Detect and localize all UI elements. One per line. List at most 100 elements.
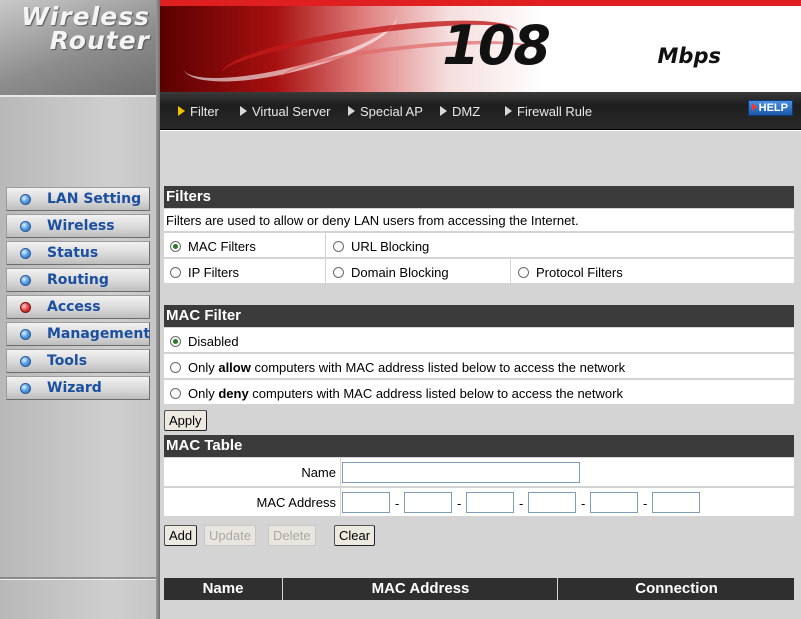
mac-address-label: MAC Address: [256, 495, 336, 510]
mac-separator: -: [581, 496, 586, 511]
mac-table-column-header: Name MAC Address Connection: [164, 578, 794, 600]
ip-filters-option[interactable]: IP Filters: [170, 265, 239, 280]
logo-line-2: Router: [49, 26, 150, 55]
help-label: HELP: [758, 102, 788, 114]
sidebar-item-label: Status: [47, 245, 99, 261]
column-header-name: Name: [164, 578, 283, 600]
sidebar-item-label: Access: [47, 299, 101, 315]
sidebar-item-routing[interactable]: Routing: [6, 268, 150, 292]
domain-blocking-label: Domain Blocking: [351, 265, 449, 280]
column-header-mac-address: MAC Address: [284, 578, 558, 600]
mac-filters-option[interactable]: MAC Filters: [170, 239, 256, 254]
bullet-icon: [20, 194, 31, 205]
tab-label: Firewall Rule: [517, 104, 593, 119]
protocol-filters-option[interactable]: Protocol Filters: [518, 265, 623, 280]
ip-filters-label: IP Filters: [188, 265, 240, 280]
mac-octet-2-input[interactable]: [404, 492, 452, 513]
name-label-cell: Name: [164, 458, 341, 486]
deny-radio[interactable]: [170, 388, 181, 399]
delete-button[interactable]: Delete: [268, 525, 316, 546]
allow-label-pre: Only: [188, 360, 219, 375]
mac-octet-1-input[interactable]: [342, 492, 390, 513]
url-blocking-radio[interactable]: [333, 241, 344, 252]
sidebar-item-lan-setting[interactable]: LAN Setting: [6, 187, 150, 211]
url-blocking-option[interactable]: URL Blocking: [333, 239, 429, 254]
disabled-radio[interactable]: [170, 336, 181, 347]
sidebar-item-label: Tools: [47, 353, 88, 369]
tab-bar: Filter Virtual Server Special AP DMZ Fir…: [160, 92, 801, 130]
filter-cell: Protocol Filters: [512, 259, 794, 283]
sidebar-item-access[interactable]: Access: [6, 295, 150, 319]
tab-filter[interactable]: Filter: [178, 104, 219, 119]
bullet-icon: [20, 248, 31, 259]
help-button[interactable]: HELP: [747, 100, 793, 116]
mac-table-header: MAC Table: [164, 435, 794, 457]
arrow-right-icon: [348, 106, 355, 116]
deny-label-pre: Only: [188, 386, 219, 401]
mac-filter-disabled-row: Disabled: [164, 328, 794, 353]
disabled-label: Disabled: [188, 334, 239, 349]
mac-filter-allow-option[interactable]: Only allow computers with MAC address li…: [170, 360, 625, 375]
bullet-icon: [20, 383, 31, 394]
apply-button[interactable]: Apply: [164, 410, 207, 431]
filters-row-2: IP Filters Domain Blocking Protocol Filt…: [164, 259, 794, 284]
mac-filter-deny-option[interactable]: Only deny computers with MAC address lis…: [170, 386, 623, 401]
mac-octet-4-input[interactable]: [528, 492, 576, 513]
name-label: Name: [301, 465, 336, 480]
tab-dmz[interactable]: DMZ: [440, 104, 480, 119]
mac-octet-3-input[interactable]: [466, 492, 514, 513]
tab-label: Filter: [190, 104, 219, 119]
update-button[interactable]: Update: [204, 525, 256, 546]
arrow-right-icon: [240, 106, 247, 116]
mac-separator: -: [643, 496, 648, 511]
clear-button[interactable]: Clear: [334, 525, 376, 546]
filter-cell: IP Filters: [164, 259, 326, 283]
domain-blocking-radio[interactable]: [333, 267, 344, 278]
filters-header: Filters: [164, 186, 794, 208]
tab-virtual-server[interactable]: Virtual Server: [240, 104, 331, 119]
sidebar-item-management[interactable]: Management: [6, 322, 150, 346]
mac-separator: -: [395, 496, 400, 511]
name-row: Name: [164, 458, 794, 487]
sidebar-item-wireless[interactable]: Wireless: [6, 214, 150, 238]
speed-unit: Mbps: [657, 44, 721, 68]
header-banner: 108 Mbps Mbps: [160, 0, 801, 92]
arrow-right-icon: [505, 106, 512, 116]
name-input[interactable]: [342, 462, 580, 483]
deny-label-bold: deny: [218, 386, 249, 401]
sidebar-item-wizard[interactable]: Wizard: [6, 376, 150, 400]
ip-filters-radio[interactable]: [170, 267, 181, 278]
sidebar: Wireless Router LAN Setting Wireless Sta…: [0, 0, 160, 619]
sidebar-item-label: Management: [47, 326, 151, 342]
mac-filter-allow-row: Only allow computers with MAC address li…: [164, 354, 794, 379]
tab-firewall-rule[interactable]: Firewall Rule: [505, 104, 592, 119]
help-arrow-icon: [751, 103, 757, 111]
filters-description-row: Filters are used to allow or deny LAN us…: [164, 209, 794, 232]
speed-value: 108: [442, 14, 551, 77]
mac-filter-disabled-option[interactable]: Disabled: [170, 334, 239, 349]
banner-stripe: [160, 0, 801, 6]
filters-description: Filters are used to allow or deny LAN us…: [166, 213, 579, 228]
sidebar-item-label: Wireless: [47, 218, 115, 234]
sidebar-divider: [0, 95, 160, 97]
bullet-icon: [20, 356, 31, 367]
domain-blocking-option[interactable]: Domain Blocking: [333, 265, 449, 280]
add-button[interactable]: Add: [164, 525, 198, 546]
tab-special-ap[interactable]: Special AP: [348, 104, 423, 119]
protocol-filters-radio[interactable]: [518, 267, 529, 278]
mac-filters-label: MAC Filters: [188, 239, 256, 254]
mac-address-row: MAC Address - - - - -: [164, 488, 794, 517]
mac-filters-radio[interactable]: [170, 241, 181, 252]
content-spacer: [160, 131, 801, 185]
sidebar-item-label: Wizard: [47, 380, 102, 396]
mac-separator: -: [457, 496, 462, 511]
allow-radio[interactable]: [170, 362, 181, 373]
sidebar-item-tools[interactable]: Tools: [6, 349, 150, 373]
url-blocking-label: URL Blocking: [351, 239, 430, 254]
mac-filter-deny-row: Only deny computers with MAC address lis…: [164, 380, 794, 405]
sidebar-item-status[interactable]: Status: [6, 241, 150, 265]
filter-cell: MAC Filters: [164, 233, 326, 257]
mac-octet-5-input[interactable]: [590, 492, 638, 513]
mac-octet-6-input[interactable]: [652, 492, 700, 513]
mac-label-cell: MAC Address: [164, 488, 341, 516]
